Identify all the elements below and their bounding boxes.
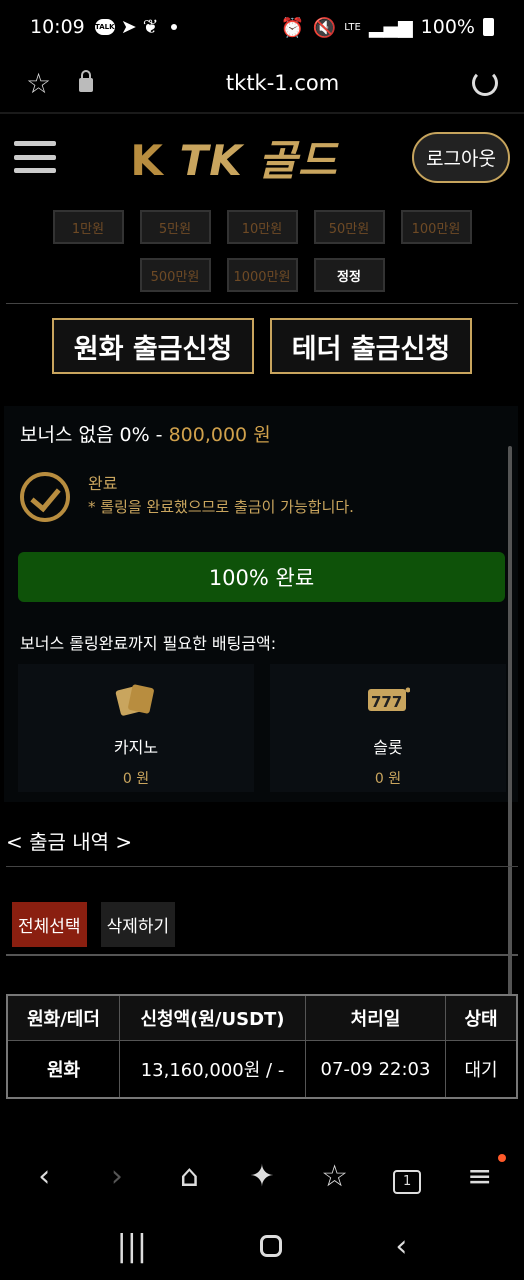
browser-url-bar: ☆ tktk-1.com	[0, 54, 524, 114]
amount-button[interactable]: 5만원	[139, 210, 211, 244]
column-header: 상태	[464, 1009, 498, 1030]
svg-text:777: 777	[371, 693, 402, 711]
casino-requirement: 카지노 0 원	[18, 664, 254, 792]
column-header: 처리일	[306, 996, 446, 1040]
system-back-icon[interactable]: ‹	[395, 1229, 407, 1264]
withdraw-history-table: 원화/테더 신청액(원/USDT) 처리일 상태 원화 13,160,000원 …	[6, 994, 518, 1099]
bonus-separator: -	[155, 424, 163, 446]
divider	[6, 303, 518, 304]
more-notifications-dot	[170, 24, 177, 30]
amount-button[interactable]: 10만원	[226, 210, 298, 244]
reload-icon[interactable]	[472, 70, 498, 96]
amount-button[interactable]: 1000만원	[226, 258, 298, 292]
line-icon: ❦	[142, 16, 159, 38]
site-header: K TK 골드 로그아웃	[0, 116, 524, 198]
krw-withdraw-button[interactable]: 원화 출금신청	[52, 318, 254, 374]
page-scrollbar[interactable]	[508, 446, 512, 1012]
browser-menu-icon[interactable]: ≡	[455, 1159, 505, 1194]
slot-requirement: 777 슬롯 0 원	[270, 664, 506, 792]
bookmark-star-icon[interactable]: ☆	[26, 67, 51, 100]
bonus-name: 보너스 없음 0%	[20, 424, 150, 446]
home-button-icon[interactable]	[260, 1235, 283, 1257]
signal-icon: ▂▄▆	[368, 16, 413, 38]
rolling-progress-bar: 100% 완료	[18, 552, 505, 602]
sparkle-icon[interactable]: ✦	[237, 1159, 287, 1194]
slot-777-icon: 777	[368, 687, 411, 711]
site-logo[interactable]: K TK 골드	[56, 127, 412, 188]
alarm-icon: ⏰	[280, 16, 305, 39]
row-type: 원화	[8, 1041, 120, 1097]
row-status: 대기	[464, 1060, 498, 1081]
row-date: 07-09 22:03	[306, 1041, 446, 1097]
status-time: 10:09	[30, 16, 85, 38]
battery-percent: 100%	[420, 16, 475, 38]
amount-quick-select: 1만원 5만원 10만원 50만원 100만원 500만원 1000만원 정정	[0, 210, 524, 306]
column-header: 원화/테더	[8, 996, 120, 1040]
rolling-status-title: 완료	[88, 474, 118, 493]
recent-apps-icon[interactable]: |||	[117, 1229, 147, 1264]
column-header: 신청액(원/USDT)	[120, 996, 306, 1040]
check-circle-icon	[20, 472, 70, 522]
back-icon[interactable]: ‹	[19, 1159, 69, 1194]
url-text[interactable]: tktk-1.com	[93, 71, 472, 95]
divider	[6, 954, 518, 956]
slot-label: 슬롯	[373, 738, 403, 757]
home-icon[interactable]: ⌂	[164, 1159, 214, 1194]
slot-value: 0 원	[374, 771, 402, 787]
bonus-amount: 800,000 원	[168, 424, 271, 446]
amount-button[interactable]: 500만원	[139, 258, 211, 292]
amount-row-1: 1만원 5만원 10만원 50만원 100만원	[0, 210, 524, 244]
withdraw-buttons: 원화 출금신청 테더 출금신청	[0, 318, 524, 374]
amount-row-2: 500만원 1000만원 정정	[0, 258, 524, 292]
casino-value: 0 원	[122, 771, 150, 787]
select-all-button[interactable]: 전체선택	[12, 902, 87, 947]
table-row[interactable]: 원화 13,160,000원 / - 07-09 22:03 대기	[8, 1040, 516, 1097]
rolling-status-desc: * 롤링을 완료했으므로 출금이 가능합니다.	[88, 498, 354, 516]
table-header-row: 원화/테더 신청액(원/USDT) 처리일 상태	[8, 996, 516, 1040]
bonus-panel: 보너스 없음 0% - 800,000 원 완료 * 롤링을 완료했으므로 출금…	[4, 406, 518, 802]
bookmarks-icon[interactable]: ☆	[310, 1159, 360, 1194]
logo-mark: K	[130, 135, 164, 185]
forward-icon[interactable]: ›	[92, 1159, 142, 1194]
tether-withdraw-button[interactable]: 테더 출금신청	[270, 318, 472, 374]
divider	[6, 866, 518, 867]
cards-icon	[115, 684, 154, 716]
status-bar: 10:09 TALK ➤ ❦ ⏰ 🔇 LTE ▂▄▆ 100%	[0, 0, 524, 54]
system-icons: ⏰ 🔇 LTE ▂▄▆ 100%	[281, 16, 494, 39]
browser-toolbar: ‹ › ⌂ ✦ ☆ 1 ≡	[0, 1142, 524, 1210]
game-requirements: 카지노 0 원 777 슬롯 0 원	[18, 664, 506, 792]
battery-icon	[483, 18, 494, 36]
menu-icon[interactable]	[14, 141, 56, 173]
telegram-icon: ➤	[120, 16, 137, 38]
logo-text: TK 골드	[179, 135, 338, 185]
withdraw-history-title: < 출금 내역 >	[6, 830, 133, 854]
amount-button[interactable]: 100만원	[400, 210, 472, 244]
tabs-icon[interactable]: 1	[382, 1158, 432, 1194]
reset-button[interactable]: 정정	[313, 258, 385, 292]
row-amount: 13,160,000원 / -	[120, 1041, 306, 1097]
amount-button[interactable]: 50만원	[313, 210, 385, 244]
needed-bet-label: 보너스 롤링완료까지 필요한 배팅금액:	[20, 634, 277, 653]
delete-button[interactable]: 삭제하기	[100, 902, 176, 947]
history-actions: 전체선택 삭제하기	[12, 902, 176, 947]
lock-icon[interactable]	[79, 70, 94, 92]
mute-icon: 🔇	[312, 16, 337, 39]
network-type: LTE	[344, 21, 361, 33]
bonus-title: 보너스 없음 0% - 800,000 원	[20, 420, 271, 447]
system-nav-bar: ||| ‹	[0, 1212, 524, 1280]
casino-label: 카지노	[113, 738, 159, 757]
amount-button[interactable]: 1만원	[52, 210, 124, 244]
logout-button[interactable]: 로그아웃	[412, 131, 510, 183]
notification-icons: TALK ➤ ❦	[94, 16, 177, 38]
kakaotalk-icon: TALK	[94, 19, 115, 35]
menu-notification-dot	[498, 1154, 506, 1162]
